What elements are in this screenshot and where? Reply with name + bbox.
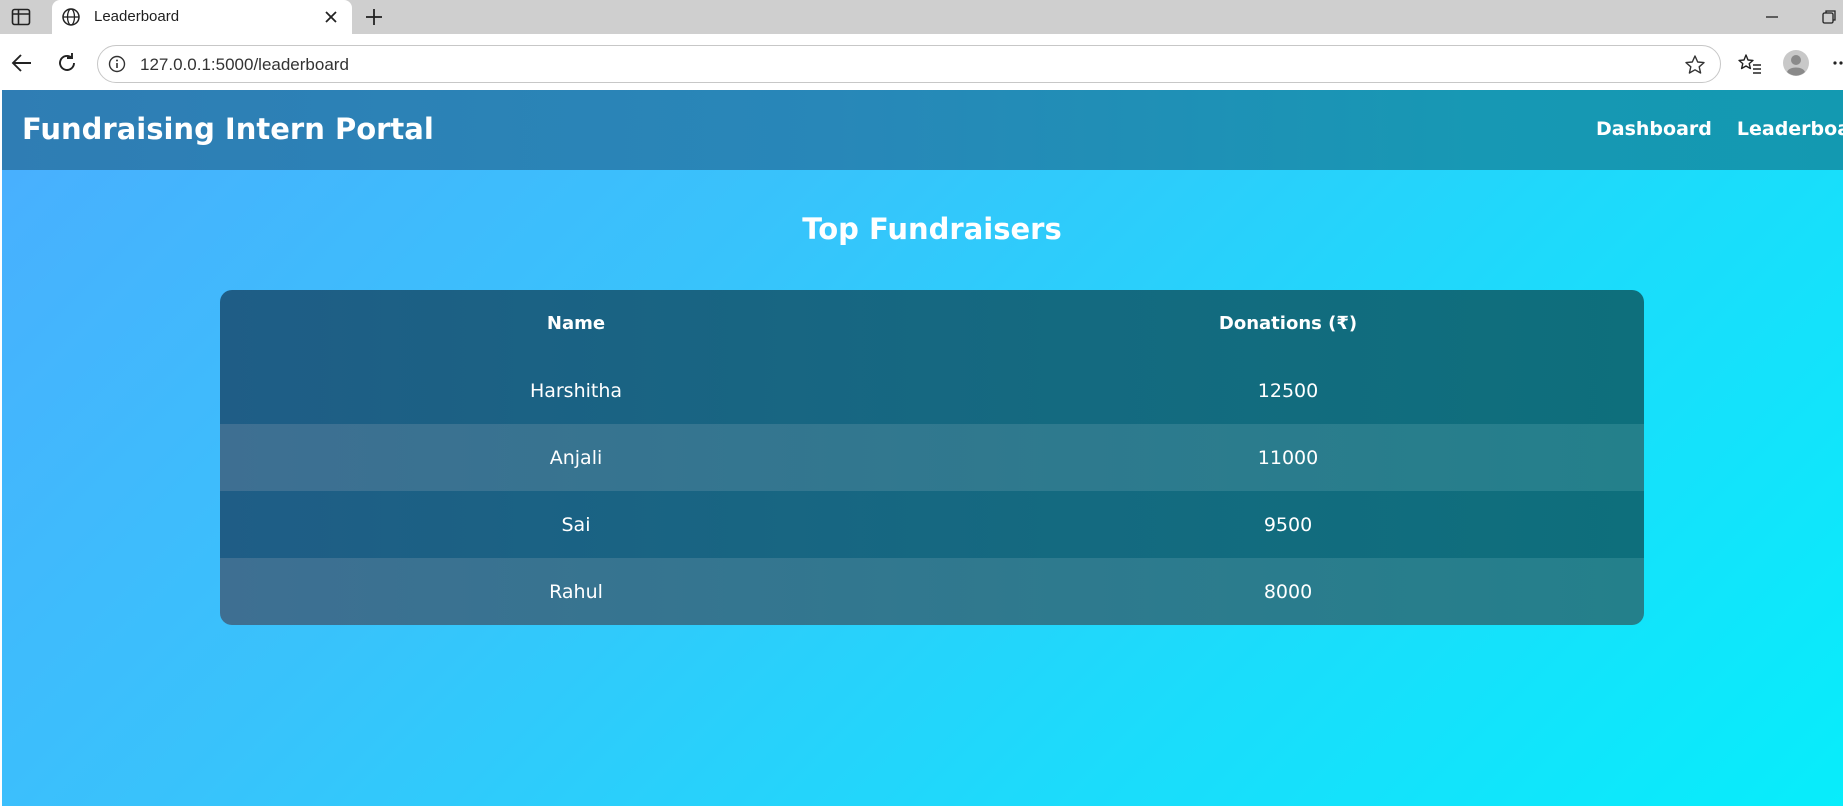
cell-name: Sai [561, 513, 591, 536]
cell-donations: 9500 [1263, 513, 1313, 536]
cell-name: Anjali [549, 446, 603, 469]
window-restore-icon[interactable] [1820, 8, 1838, 26]
column-header-donations: Donations (₹) [1218, 313, 1358, 334]
back-arrow-icon[interactable] [10, 51, 34, 75]
site-navbar: Fundraising Intern Portal Dashboard Lead… [2, 90, 1843, 170]
cell-name: Rahul [549, 580, 603, 603]
tab-title: Leaderboard [94, 8, 180, 25]
new-tab-plus-icon[interactable] [362, 6, 386, 28]
site-brand[interactable]: Fundraising Intern Portal [22, 112, 434, 146]
reload-icon[interactable] [55, 51, 79, 75]
nav-link-leaderboard[interactable]: Leaderboard [1737, 118, 1843, 140]
table-row: Anjali 11000 [220, 424, 1644, 491]
more-options-icon[interactable] [1832, 54, 1843, 72]
browser-toolbar: 127.0.0.1:5000/leaderboard [0, 34, 1843, 89]
cell-donations: 11000 [1257, 446, 1319, 469]
profile-avatar-icon[interactable] [1782, 49, 1810, 77]
url-text[interactable]: 127.0.0.1:5000/leaderboard [140, 55, 349, 75]
nav-link-dashboard[interactable]: Dashboard [1596, 118, 1712, 140]
cell-donations: 12500 [1257, 379, 1319, 402]
column-header-name: Name [546, 313, 606, 334]
table-row: Harshitha 12500 [220, 357, 1644, 424]
close-tab-icon[interactable] [322, 8, 340, 26]
table-row: Sai 9500 [220, 491, 1644, 558]
browser-tab-strip: Leaderboard [0, 0, 1843, 34]
cell-name: Harshitha [529, 379, 623, 402]
page-title: Top Fundraisers [802, 212, 1062, 246]
table-row: Rahul 8000 [220, 558, 1644, 625]
table-header-row: Name Donations (₹) [220, 290, 1644, 357]
nav-links: Dashboard Leaderboard [1596, 118, 1843, 140]
sidebar-toggle-icon[interactable] [8, 6, 34, 28]
cell-donations: 8000 [1263, 580, 1313, 603]
browser-tab-active[interactable]: Leaderboard [52, 0, 352, 34]
address-bar[interactable]: 127.0.0.1:5000/leaderboard [97, 45, 1721, 83]
leaderboard-table: Name Donations (₹) Harshitha 12500 Anjal… [220, 290, 1644, 625]
window-minimize-icon[interactable] [1763, 8, 1781, 26]
page-viewport: Fundraising Intern Portal Dashboard Lead… [2, 90, 1843, 806]
bookmark-star-icon[interactable] [1684, 54, 1706, 76]
globe-icon [62, 8, 80, 26]
site-info-icon[interactable] [108, 55, 126, 73]
favorites-list-icon[interactable] [1738, 53, 1762, 75]
